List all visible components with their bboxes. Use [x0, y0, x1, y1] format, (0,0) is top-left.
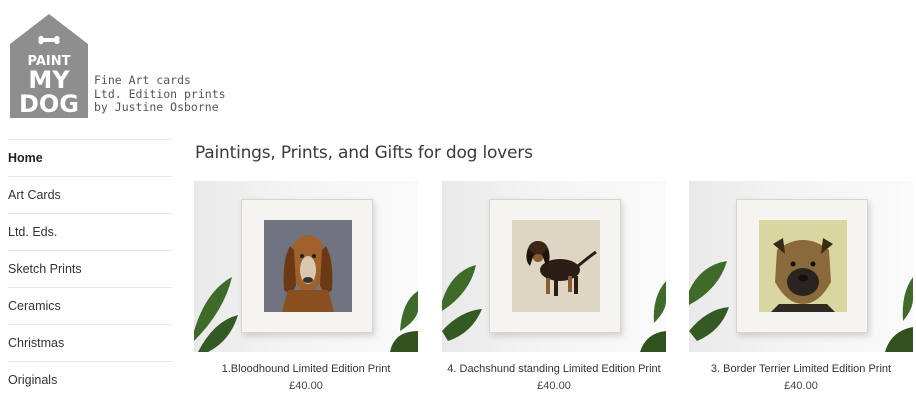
product-image[interactable]: [194, 181, 418, 352]
product-price: £40.00: [784, 380, 818, 392]
nav-item-label: Art Cards: [8, 188, 61, 202]
tagline-line: Fine Art cards: [94, 73, 191, 87]
nav-item-originals[interactable]: Originals: [8, 361, 172, 398]
nav-item-art-cards[interactable]: Art Cards: [8, 176, 172, 213]
nav-item-ltd-eds[interactable]: Ltd. Eds.: [8, 213, 172, 250]
product-card[interactable]: 4. Dachshund standing Limited Edition Pr…: [442, 181, 666, 392]
product-price: £40.00: [537, 380, 571, 392]
plant-leaves: [194, 277, 418, 352]
product-image[interactable]: [689, 181, 913, 352]
nav-item-label: Ltd. Eds.: [8, 225, 58, 239]
paint-my-dog-logo[interactable]: PAINT MY DOG: [10, 14, 88, 118]
plant-leaves: [442, 265, 666, 352]
product-name[interactable]: 1.Bloodhound Limited Edition Print: [194, 363, 418, 375]
nav-item-label: Home: [8, 151, 43, 165]
nav-item-christmas[interactable]: Christmas: [8, 324, 172, 361]
product-card[interactable]: 3. Border Terrier Limited Edition Print …: [689, 181, 913, 392]
nav-item-label: Ceramics: [8, 299, 61, 313]
page-title: Paintings, Prints, and Gifts for dog lov…: [195, 143, 533, 163]
product-price: £40.00: [289, 380, 323, 392]
tagline-line: by Justine Osborne: [94, 100, 219, 114]
product-image[interactable]: [442, 181, 666, 352]
tagline-line: Ltd. Edition prints: [94, 86, 226, 101]
product-name[interactable]: 4. Dachshund standing Limited Edition Pr…: [442, 363, 666, 375]
nav-item-ceramics[interactable]: Ceramics: [8, 287, 172, 324]
plant-leaves: [689, 261, 913, 352]
product-card[interactable]: 1.Bloodhound Limited Edition Print £40.0…: [194, 181, 418, 392]
nav-item-home[interactable]: Home: [8, 139, 172, 176]
nav-item-sketch-prints[interactable]: Sketch Prints: [8, 250, 172, 287]
sidebar-nav: Home Art Cards Ltd. Eds. Sketch Prints C…: [8, 139, 172, 398]
nav-item-label: Sketch Prints: [8, 262, 82, 276]
product-name[interactable]: 3. Border Terrier Limited Edition Print: [689, 363, 913, 375]
nav-item-label: Christmas: [8, 336, 65, 350]
nav-item-label: Originals: [8, 373, 58, 387]
tagline: Fine Art cards Ltd. Edition prints by Ju…: [94, 73, 226, 115]
logo-text-dog: DOG: [19, 90, 79, 118]
